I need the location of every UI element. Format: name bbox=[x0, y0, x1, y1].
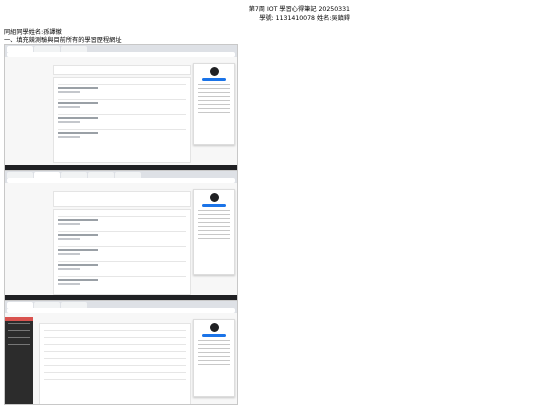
browser-screenshot-2 bbox=[4, 170, 238, 302]
header-student-info: 學號: 1131410078 姓名:吳鎮鍀 bbox=[259, 15, 350, 22]
browser-screenshot-3 bbox=[4, 300, 238, 405]
header-title: 第7周 IOT 學習心得筆記 20250331 bbox=[248, 6, 350, 13]
browser-screenshot-1 bbox=[4, 44, 238, 172]
section-instruction: 一、填充競測驗與目前所有的學習歷程網址 bbox=[4, 37, 122, 44]
